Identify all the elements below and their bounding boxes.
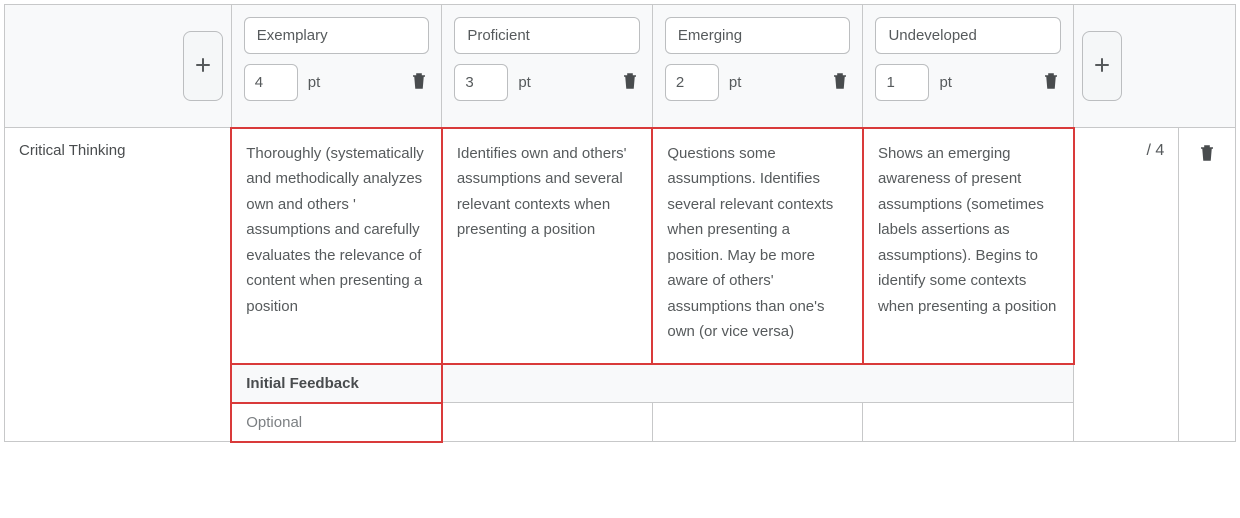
add-level-right-cell	[1074, 5, 1236, 128]
initial-feedback-input-2[interactable]	[652, 403, 863, 442]
add-level-left-button[interactable]	[183, 31, 223, 101]
level-name-input-2[interactable]	[665, 17, 851, 54]
add-level-left-cell	[5, 5, 232, 128]
level-points-input-3[interactable]	[875, 64, 929, 101]
trash-icon	[1199, 144, 1215, 165]
trash-icon	[622, 72, 638, 93]
level-name-input-1[interactable]	[454, 17, 640, 54]
criterion-description-0[interactable]: Thoroughly (systematically and methodica…	[231, 128, 442, 364]
level-points-input-2[interactable]	[665, 64, 719, 101]
points-unit-label: pt	[939, 74, 1031, 91]
level-points-input-0[interactable]	[244, 64, 298, 101]
delete-level-button-3[interactable]	[1041, 70, 1061, 95]
add-level-right-button[interactable]	[1082, 31, 1122, 101]
plus-icon	[1094, 57, 1110, 76]
initial-feedback-input-0[interactable]: Optional	[231, 403, 442, 442]
initial-feedback-input-3[interactable]	[863, 403, 1074, 442]
points-unit-label: pt	[308, 74, 400, 91]
delete-level-button-1[interactable]	[620, 70, 640, 95]
level-header-3: pt	[863, 5, 1074, 128]
initial-feedback-header-blank	[442, 364, 1074, 403]
level-header-0: pt	[231, 5, 442, 128]
delete-criterion-button[interactable]	[1197, 142, 1217, 167]
rubric-header-row: pt pt	[5, 5, 1236, 128]
criterion-description-1[interactable]: Identifies own and others' assumptions a…	[442, 128, 653, 364]
level-header-1: pt	[442, 5, 653, 128]
criterion-description-2[interactable]: Questions some assumptions. Identifies s…	[652, 128, 863, 364]
trash-icon	[832, 72, 848, 93]
trash-icon	[411, 72, 427, 93]
criterion-description-3[interactable]: Shows an emerging awareness of present a…	[863, 128, 1074, 364]
points-unit-label: pt	[729, 74, 821, 91]
trash-icon	[1043, 72, 1059, 93]
criterion-out-of: / 4	[1074, 128, 1179, 442]
delete-level-button-2[interactable]	[830, 70, 850, 95]
delete-level-button-0[interactable]	[409, 70, 429, 95]
level-name-input-0[interactable]	[244, 17, 430, 54]
criterion-row: Critical Thinking Thoroughly (systematic…	[5, 128, 1236, 364]
initial-feedback-input-1[interactable]	[442, 403, 653, 442]
initial-feedback-label: Initial Feedback	[231, 364, 442, 403]
level-name-input-3[interactable]	[875, 17, 1061, 54]
rubric-table: pt pt	[4, 4, 1236, 443]
points-unit-label: pt	[518, 74, 610, 91]
level-header-2: pt	[652, 5, 863, 128]
plus-icon	[195, 57, 211, 76]
delete-criterion-cell	[1179, 128, 1236, 442]
level-points-input-1[interactable]	[454, 64, 508, 101]
criterion-name-cell[interactable]: Critical Thinking	[5, 128, 232, 442]
